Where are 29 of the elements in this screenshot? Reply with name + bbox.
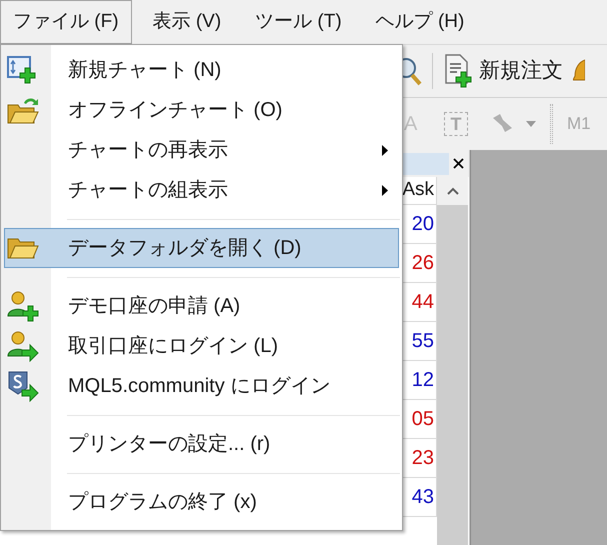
search-icon[interactable] [402, 56, 422, 86]
toolbar-label: 新規注文 [479, 58, 563, 84]
menu-item[interactable]: チャートの再表示 [4, 130, 399, 170]
menu-item[interactable]: オフラインチャート (O) [4, 90, 399, 130]
scrollbar[interactable] [437, 177, 468, 545]
menu-item[interactable]: 取引口座にログイン (L) [4, 326, 399, 366]
badge-arrow-icon [6, 370, 40, 402]
menu-item[interactable]: MQL5.community にログイン [4, 366, 399, 406]
menu-item[interactable]: ツール (T) [242, 0, 355, 44]
submenu-arrow-icon [382, 144, 388, 156]
document-plus-icon[interactable] [443, 53, 473, 89]
panel-title-bar [400, 152, 449, 174]
folder-icon [6, 236, 40, 260]
menu-item[interactable]: ファイル (F) [0, 0, 132, 44]
chart-plus-icon [6, 55, 38, 85]
menu-item[interactable]: 新規チャート (N) [4, 50, 399, 90]
column-header: Ask [400, 177, 437, 205]
close-icon[interactable] [453, 158, 464, 169]
scroll-up-icon[interactable] [437, 177, 468, 205]
menu-item[interactable]: プリンターの設定... (r) [4, 424, 399, 464]
menu-item[interactable]: データフォルダを開く (D) [4, 228, 399, 268]
menu-item[interactable]: デモ口座の申請 (A) [4, 286, 399, 326]
menu-item[interactable]: プログラムの終了 (x) [4, 482, 399, 522]
menu-item[interactable]: チャートの組表示 [4, 170, 399, 210]
menu-item[interactable]: ヘルプ (H) [362, 0, 478, 44]
user-plus-icon [6, 290, 40, 322]
menu-item[interactable]: 表示 (V) [140, 0, 234, 44]
submenu-arrow-icon [382, 184, 388, 196]
user-arrow-icon [6, 330, 40, 362]
